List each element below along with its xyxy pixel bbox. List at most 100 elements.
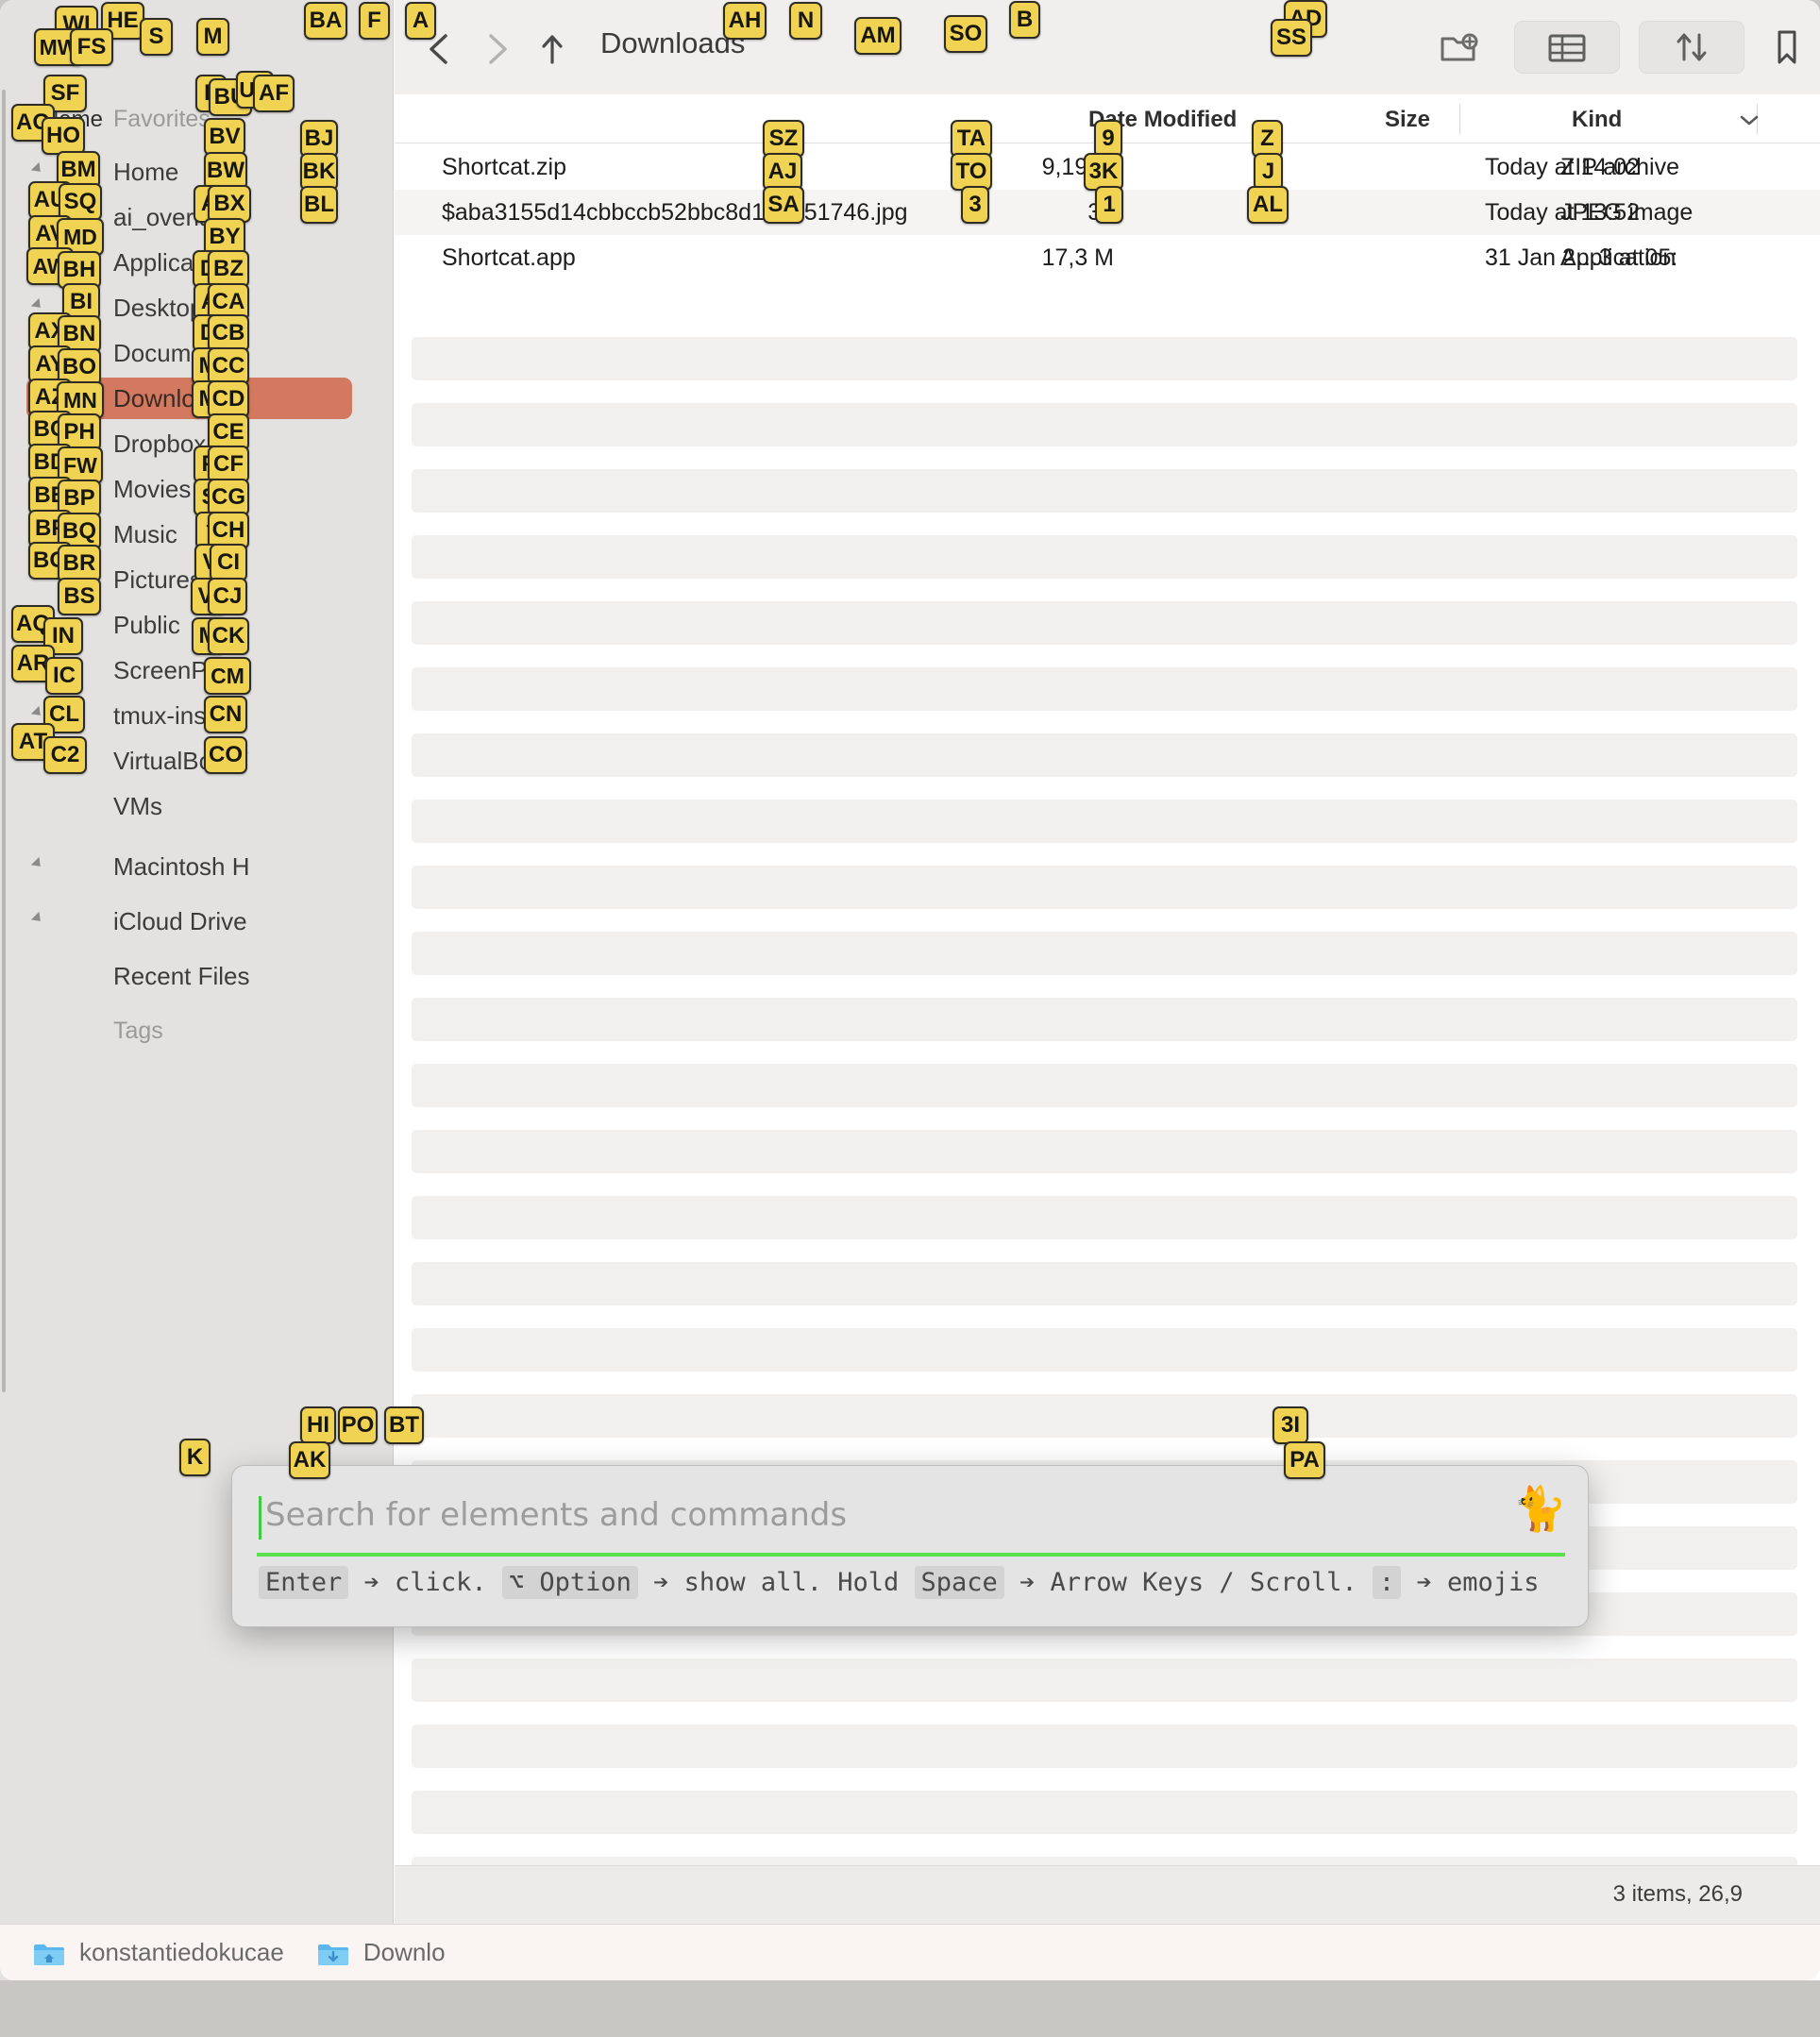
sidebar-item-label: iCloud Drive xyxy=(113,906,247,935)
shortcat-hint-label[interactable]: K xyxy=(179,1439,211,1476)
list-view-icon[interactable] xyxy=(1514,21,1620,74)
empty-row xyxy=(412,800,1797,843)
text-caret xyxy=(259,1496,261,1540)
shortcat-hint-label[interactable]: CF xyxy=(208,446,249,483)
breadcrumb-label: Downlo xyxy=(362,1938,446,1966)
shortcat-hint-label[interactable]: CJ xyxy=(208,578,247,615)
sidebar-item-recent-files[interactable]: Recent Files xyxy=(26,955,352,997)
shortcat-search-input[interactable]: Search for elements and commands xyxy=(259,1490,1563,1549)
shortcat-hint-label[interactable]: PO xyxy=(338,1406,378,1444)
shortcat-hint-label[interactable]: BZ xyxy=(208,250,249,288)
shortcat-hint-label[interactable]: CI xyxy=(210,544,247,581)
shortcat-hint-label[interactable]: S xyxy=(140,18,173,56)
shortcat-hint-label[interactable]: SZ xyxy=(763,120,804,158)
shortcat-hint-label[interactable]: CO xyxy=(204,736,247,774)
shortcat-hint-label[interactable]: 3 xyxy=(961,186,989,224)
breadcrumb[interactable]: konstantiedokucae xyxy=(32,1938,284,1967)
shortcat-hint-label[interactable]: AK xyxy=(289,1441,330,1479)
enclosing-folder-button[interactable] xyxy=(536,30,568,68)
sidebar-item-label: Music xyxy=(113,519,177,548)
shortcat-hint-label[interactable]: C2 xyxy=(43,736,87,774)
sidebar-item-macintosh-h[interactable]: Macintosh H xyxy=(26,846,352,887)
shortcat-hint-label[interactable]: CD xyxy=(208,380,249,418)
disclosure-triangle-icon[interactable] xyxy=(30,297,45,312)
shortcat-hint-label[interactable]: CK xyxy=(208,617,249,655)
sidebar-item-label: Pictures xyxy=(113,564,202,594)
shortcat-hint-label[interactable]: A xyxy=(405,2,436,40)
shortcat-hint-label[interactable]: BX xyxy=(208,185,251,223)
empty-row xyxy=(412,337,1797,380)
shortcat-hint-label[interactable]: N xyxy=(789,2,822,40)
shortcat-hint-label[interactable]: CB xyxy=(208,314,249,352)
sidebar-item-vms[interactable]: VMs xyxy=(26,785,352,827)
shortcat-hint-label[interactable]: AJ xyxy=(763,153,802,191)
shortcat-hint-label[interactable]: BR xyxy=(58,545,101,582)
shortcat-hint-label[interactable]: SS xyxy=(1271,19,1312,57)
disclosure-triangle-icon[interactable] xyxy=(30,911,45,926)
shortcat-hint-label[interactable]: AF xyxy=(253,75,295,112)
shortcat-hint-label[interactable]: BJ xyxy=(300,120,338,158)
breadcrumb[interactable]: Downlo xyxy=(316,1938,446,1967)
column-header-kind[interactable]: Kind xyxy=(1572,107,1622,133)
shortcat-hint-label[interactable]: J xyxy=(1254,153,1283,191)
shortcat-hint-label[interactable]: SO xyxy=(944,15,987,53)
empty-row xyxy=(412,667,1797,711)
shortcat-hint-label[interactable]: FS xyxy=(70,28,113,66)
file-kind: JPEG image xyxy=(1560,198,1694,226)
item-count-status: 3 items, 26,9 xyxy=(1612,1881,1743,1907)
shortcat-hint-label[interactable]: CG xyxy=(208,479,249,516)
shortcat-hint-label[interactable]: Z xyxy=(1252,120,1283,158)
shortcat-hint-label[interactable]: HO xyxy=(42,117,85,155)
shortcat-hint-label[interactable]: IC xyxy=(45,657,83,695)
new-folder-icon[interactable] xyxy=(1429,21,1490,74)
sidebar-item-icloud-drive[interactable]: iCloud Drive xyxy=(26,901,352,942)
empty-row xyxy=(412,1725,1797,1768)
shortcat-hint-label[interactable]: BK xyxy=(300,153,338,191)
sidebar-scrollbar[interactable] xyxy=(2,90,6,1392)
shortcat-hint-label[interactable]: HI xyxy=(300,1406,336,1444)
shortcat-hint-label[interactable]: PA xyxy=(1284,1441,1325,1479)
shortcat-hint-label[interactable]: CC xyxy=(208,347,249,385)
shortcat-hint-label[interactable]: 1 xyxy=(1095,186,1123,224)
forward-button[interactable] xyxy=(481,30,514,68)
shortcat-hint-label[interactable]: TO xyxy=(951,153,992,191)
shortcat-hint-label[interactable]: AL xyxy=(1247,186,1289,224)
shortcat-hint-label[interactable]: BW xyxy=(204,152,247,190)
shortcat-hint-label[interactable]: 3K xyxy=(1084,153,1123,191)
sort-direction-chevron-icon[interactable] xyxy=(1739,113,1759,126)
hint-text: ➔ emojis xyxy=(1401,1568,1540,1597)
shortcat-hint-label[interactable]: SA xyxy=(763,186,804,224)
file-name: Shortcat.app xyxy=(442,244,576,271)
column-header-size[interactable]: Size xyxy=(1385,107,1430,133)
table-row[interactable]: Shortcat.app 31 Jan 2…3 at 05: 17,3 M Appli… xyxy=(395,235,1820,280)
sort-arrows-icon[interactable] xyxy=(1639,21,1744,74)
shortcat-hint-label[interactable]: TA xyxy=(951,120,992,158)
shortcat-hint-label[interactable]: BA xyxy=(304,2,347,40)
shortcat-hint-label[interactable]: BL xyxy=(300,186,338,224)
empty-row xyxy=(412,733,1797,777)
shortcat-hint-label[interactable]: AM xyxy=(854,17,902,55)
shortcat-hint-label[interactable]: 9 xyxy=(1094,120,1122,158)
disclosure-triangle-icon[interactable] xyxy=(30,856,45,871)
shortcat-hint-label[interactable]: AH xyxy=(723,2,767,40)
downloads-folder-icon xyxy=(316,1940,350,1966)
shortcat-hint-label[interactable]: BS xyxy=(58,578,101,615)
shortcat-hint-label[interactable]: 3I xyxy=(1272,1406,1308,1444)
shortcat-hint-label[interactable]: BT xyxy=(384,1406,424,1444)
disclosure-triangle-icon[interactable] xyxy=(30,161,45,177)
shortcat-hint-label[interactable]: F xyxy=(359,2,390,40)
shortcat-hint-label[interactable]: BV xyxy=(204,118,245,156)
sidebar-item-label: Home xyxy=(113,157,179,186)
bookmark-icon[interactable] xyxy=(1765,21,1809,74)
shortcat-hint-label[interactable]: M xyxy=(196,18,229,56)
hint-text: ➔ click. xyxy=(348,1568,502,1597)
shortcat-hint-label[interactable]: B xyxy=(1009,1,1040,39)
shortcat-hint-label[interactable]: CM xyxy=(204,657,251,695)
empty-row xyxy=(412,1196,1797,1239)
empty-row xyxy=(412,932,1797,975)
empty-row xyxy=(412,1328,1797,1372)
keyboard-key: Enter xyxy=(259,1566,349,1599)
shortcat-hint-label[interactable]: CN xyxy=(204,696,247,733)
disclosure-triangle-icon[interactable] xyxy=(30,705,45,720)
toolbar: Downloads xyxy=(395,0,1820,94)
